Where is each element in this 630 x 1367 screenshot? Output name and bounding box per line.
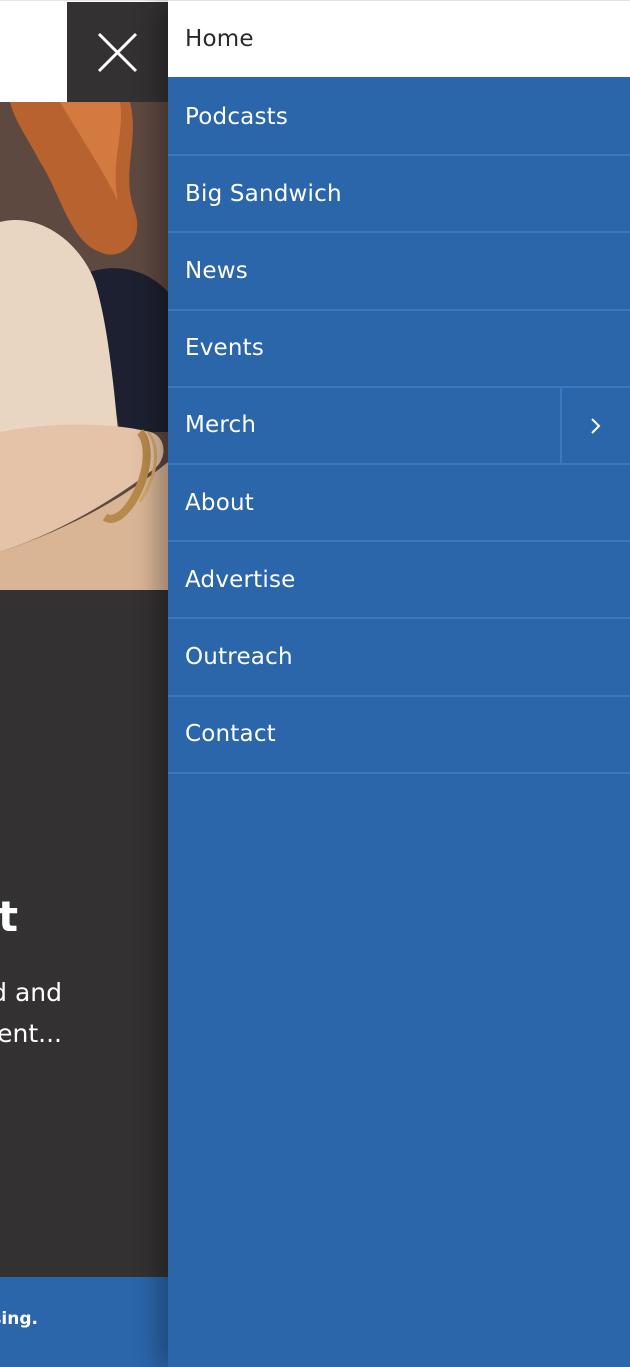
close-icon [97,32,138,73]
nav-item-label: Events [185,335,265,362]
footer-text: sing. [0,1309,38,1329]
nav-item-label: Advertise [185,566,296,593]
nav-item-big-sandwich[interactable]: Big Sandwich [168,156,630,234]
merch-submenu-toggle[interactable] [560,387,630,463]
nav-item-label: About [185,489,255,516]
nav-item-label: Podcasts [185,103,289,130]
nav-item-label: Outreach [185,643,293,670]
nav-item-events[interactable]: Events [168,311,630,388]
close-menu-button[interactable] [67,2,168,103]
article-title[interactable]: t [0,896,18,938]
nav-item-home[interactable]: Home [168,0,630,79]
nav-list: Home Podcasts Big Sandwich News Events M… [168,0,630,774]
nav-item-podcasts[interactable]: Podcasts [168,79,630,157]
page-content: t d and ent... sing. [0,0,168,1367]
mobile-nav-menu: Home Podcasts Big Sandwich News Events M… [168,0,630,1367]
nav-item-label: News [185,257,248,284]
footer-banner: sing. [0,1277,168,1367]
nav-item-news[interactable]: News [168,233,630,311]
hero-photo [0,102,168,590]
nav-item-about[interactable]: About [168,465,630,543]
article-excerpt: d and ent... [0,972,62,1054]
hero-image [0,102,168,590]
nav-item-label: Home [185,26,254,52]
nav-item-label: Merch [185,412,257,439]
nav-item-label: Big Sandwich [185,180,342,207]
chevron-right-icon [591,418,601,434]
nav-item-label: Contact [185,721,276,748]
nav-item-outreach[interactable]: Outreach [168,619,630,697]
article-excerpt-line: d and [0,978,62,1007]
article-card[interactable]: t d and ent... [0,590,168,1277]
nav-item-advertise[interactable]: Advertise [168,542,630,620]
nav-item-merch[interactable]: Merch [168,387,630,465]
article-excerpt-line: ent... [0,1019,62,1048]
nav-item-contact[interactable]: Contact [168,697,630,774]
page-header [0,0,168,103]
